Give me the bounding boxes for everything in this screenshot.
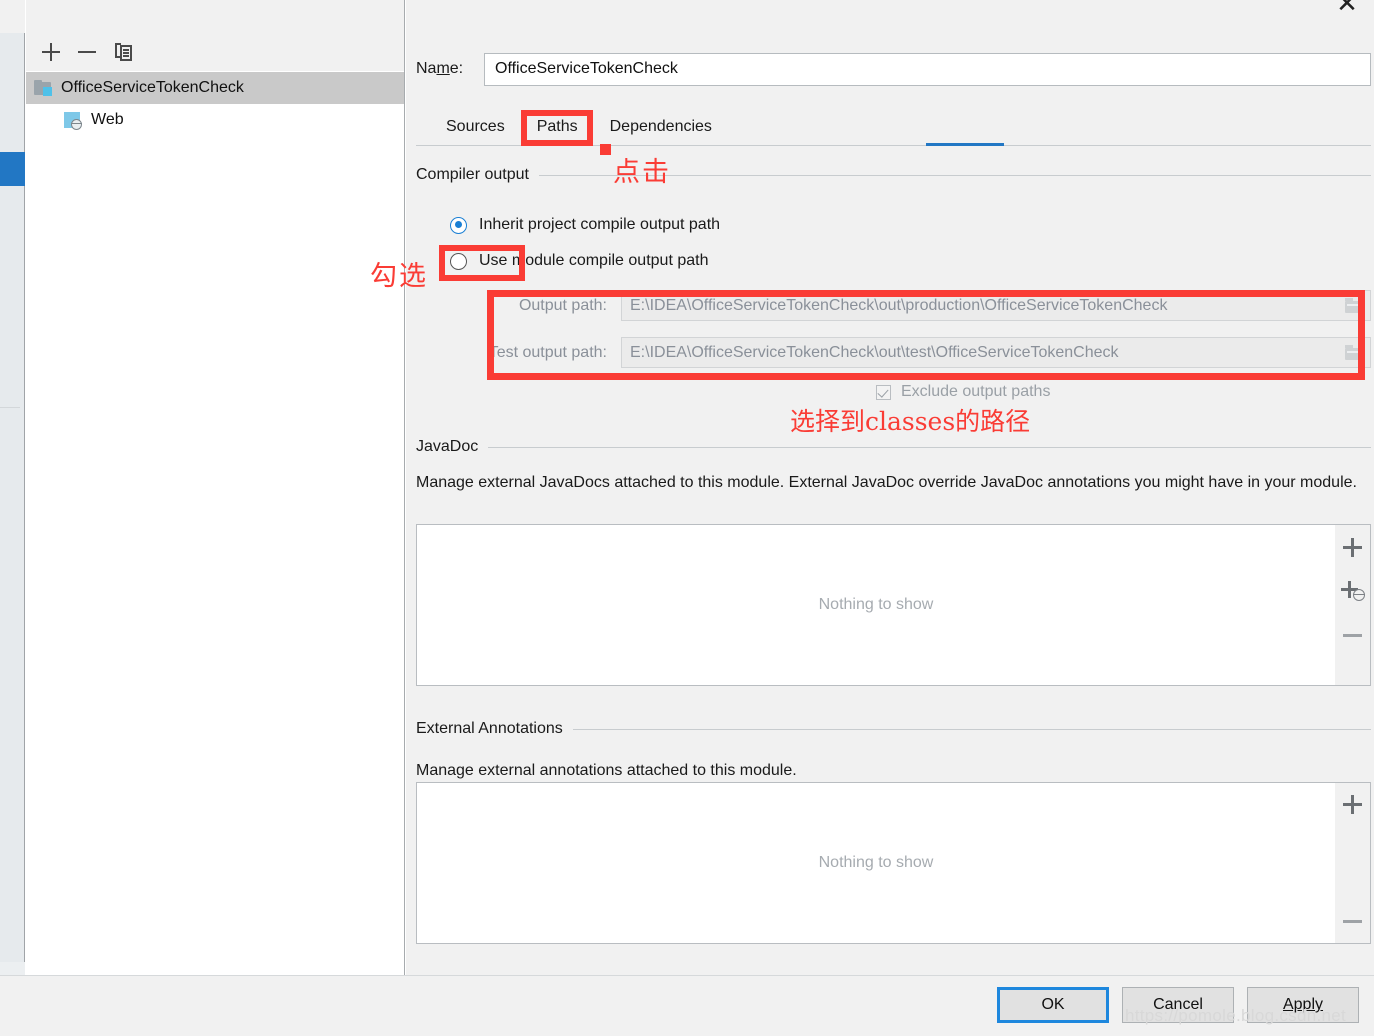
group-rule: [572, 728, 1371, 730]
tree-item-web-label: Web: [91, 111, 124, 128]
test-output-path-row: Test output path: E:\IDEA\OfficeServiceT…: [466, 337, 1371, 368]
test-output-path-field[interactable]: E:\IDEA\OfficeServiceTokenCheck\out\test…: [621, 337, 1371, 368]
compiler-output-title: Compiler output: [416, 166, 529, 183]
test-output-path-value: E:\IDEA\OfficeServiceTokenCheck\out\test…: [630, 343, 1119, 361]
close-icon[interactable]: ✕: [1330, 0, 1364, 18]
folder-browse-icon[interactable]: [1345, 298, 1364, 314]
web-facet-icon: [64, 111, 83, 130]
output-path-label: Output path:: [518, 296, 607, 314]
remove-module-button[interactable]: [72, 37, 102, 67]
rail-selected-marker[interactable]: [0, 152, 25, 186]
javadoc-group-header: JavaDoc: [416, 438, 1371, 456]
test-output-path-label: Test output path:: [488, 343, 607, 361]
radio-module-output-label: Use module compile output path: [479, 252, 709, 269]
minus-icon: [78, 51, 96, 53]
add-javadoc-url-button[interactable]: [1335, 569, 1371, 613]
tab-sources[interactable]: Sources: [430, 110, 521, 144]
tree-item-module[interactable]: OfficeServiceTokenCheck: [26, 72, 404, 104]
minus-icon: [1343, 633, 1362, 637]
tree-item-web[interactable]: Web: [26, 104, 404, 136]
module-settings-pane: ✕ Name: Sources Paths Dependencies Compi…: [406, 0, 1374, 975]
external-annotations-list[interactable]: Nothing to show: [416, 782, 1336, 944]
watermark: https://pomole.blog.csdn.net: [1125, 1006, 1347, 1025]
minus-icon: [1343, 919, 1362, 923]
plus-icon: [1343, 537, 1362, 557]
rail-divider: [0, 407, 20, 408]
javadoc-title: JavaDoc: [416, 438, 479, 455]
group-rule: [488, 446, 1371, 448]
annotation-dot: [600, 144, 611, 155]
name-field-label: Name:: [416, 60, 464, 77]
radio-inherit-output-button[interactable]: [450, 216, 467, 234]
plus-globe-icon: [1340, 580, 1365, 602]
ok-button[interactable]: OK: [997, 987, 1109, 1023]
exclude-output-paths-row[interactable]: Exclude output paths: [876, 383, 1050, 401]
folder-browse-icon[interactable]: [1345, 345, 1364, 361]
output-path-value: E:\IDEA\OfficeServiceTokenCheck\out\prod…: [630, 296, 1168, 314]
output-path-row: Output path: E:\IDEA\OfficeServiceTokenC…: [466, 290, 1371, 321]
tree-panel-top-fill: [26, 0, 404, 33]
remove-javadoc-button[interactable]: [1335, 613, 1371, 657]
add-javadoc-button[interactable]: [1335, 525, 1371, 569]
module-tree-panel: OfficeServiceTokenCheck Web: [26, 0, 405, 975]
exclude-output-paths-checkbox[interactable]: [876, 384, 891, 400]
exclude-output-paths-label: Exclude output paths: [901, 383, 1051, 400]
javadoc-description: Manage external JavaDocs attached to thi…: [416, 474, 1357, 491]
add-module-button[interactable]: [36, 37, 66, 67]
radio-module-output-row[interactable]: Use module compile output path: [450, 252, 708, 270]
add-annotation-button[interactable]: [1335, 783, 1371, 826]
name-input[interactable]: [484, 52, 1371, 86]
radio-inherit-output-row[interactable]: Inherit project compile output path: [450, 216, 720, 234]
plus-icon: [42, 43, 60, 61]
copy-icon: [114, 43, 132, 61]
javadoc-empty-text: Nothing to show: [818, 596, 934, 613]
settings-tabs: Sources Paths Dependencies: [430, 110, 728, 144]
annotation-text-click: 点击: [613, 157, 671, 188]
rail-bottom-fill: [0, 962, 25, 975]
settings-rail: [0, 0, 25, 975]
radio-module-output-button[interactable]: [450, 252, 467, 270]
external-annotations-group-header: External Annotations: [416, 720, 1371, 738]
tabs-baseline: [416, 145, 1371, 146]
tab-dependencies[interactable]: Dependencies: [594, 110, 728, 144]
annotation-text-check: 勾选: [370, 261, 428, 292]
module-folder-icon: [34, 80, 53, 96]
module-name-row: Name:: [416, 52, 1371, 86]
javadoc-toolbar: [1335, 524, 1371, 686]
rail-top-gap: [0, 0, 25, 33]
javadoc-list[interactable]: Nothing to show: [416, 524, 1336, 686]
external-annotations-toolbar: [1335, 782, 1371, 944]
annotation-text-classes-path: 选择到classes的路径: [790, 407, 1031, 436]
external-annotations-empty-text: Nothing to show: [818, 854, 934, 871]
external-annotations-title: External Annotations: [416, 720, 563, 737]
module-tree-toolbar: [26, 33, 404, 71]
active-tab-indicator: [926, 143, 1004, 146]
tab-paths[interactable]: Paths: [521, 110, 594, 144]
compiler-output-group-header: Compiler output: [416, 166, 1371, 184]
remove-annotation-button[interactable]: [1335, 900, 1371, 943]
output-path-field[interactable]: E:\IDEA\OfficeServiceTokenCheck\out\prod…: [621, 290, 1371, 321]
external-annotations-description: Manage external annotations attached to …: [416, 762, 797, 779]
plus-icon: [1343, 795, 1362, 815]
tree-item-module-label: OfficeServiceTokenCheck: [61, 79, 244, 96]
radio-inherit-output-label: Inherit project compile output path: [479, 216, 721, 233]
copy-module-button[interactable]: [108, 37, 138, 67]
